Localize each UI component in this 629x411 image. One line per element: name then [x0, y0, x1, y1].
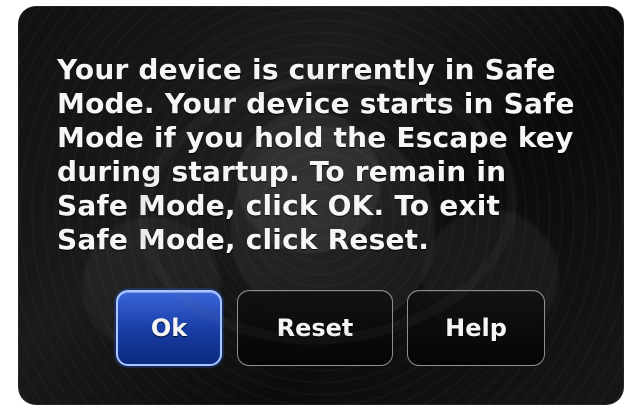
dialog-message: Your device is currently in Safe Mode. Y… — [57, 53, 575, 256]
safe-mode-dialog-screen: Your device is currently in Safe Mode. Y… — [18, 6, 624, 405]
help-button[interactable]: Help — [407, 290, 545, 366]
ok-button[interactable]: Ok — [116, 290, 222, 366]
dialog-actions: Ok Reset Help — [116, 287, 546, 373]
reset-button[interactable]: Reset — [237, 290, 393, 366]
